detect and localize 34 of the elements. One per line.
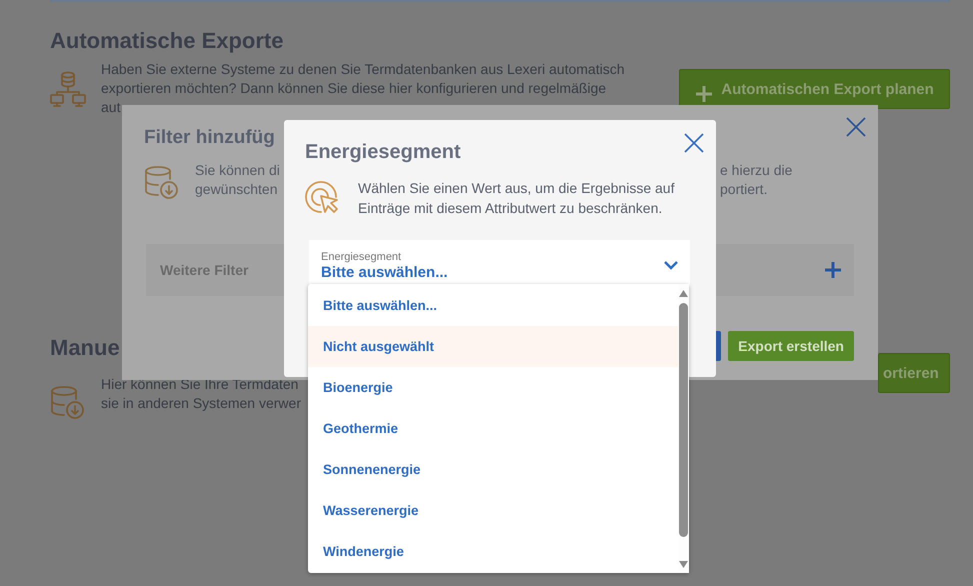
dropdown-option[interactable]: Geothermie — [308, 408, 678, 449]
database-download-icon — [50, 385, 86, 421]
field-label: Energiesegment — [321, 250, 402, 262]
description-line: exportieren möchten? Dann können Sie diese hier konfigurieren und regelmäßige — [101, 79, 606, 98]
description-line: Haben Sie externe Systeme zu denen Sie Termdatenbanken aus Lexeri automatisch — [101, 60, 625, 79]
close-icon[interactable] — [684, 133, 704, 153]
create-export-button[interactable]: Export erstellen — [728, 331, 854, 361]
field-value: Bitte auswählen... — [321, 264, 448, 280]
description-line: Wählen Sie einen Wert aus, um die Ergebnisse auf — [358, 179, 674, 198]
dropdown-option[interactable]: Bioenergie — [308, 367, 678, 408]
dropdown-option[interactable]: Sonnenenergie — [308, 449, 678, 490]
description-line: aut — [101, 98, 120, 117]
close-icon[interactable] — [846, 117, 866, 137]
plus-icon — [695, 85, 714, 103]
description-line: gewünschten — [195, 180, 278, 199]
chevron-icon — [664, 261, 678, 270]
section-heading: Automatische Exporte — [50, 27, 284, 55]
target-cursor-icon — [305, 180, 341, 216]
dialog-title: Energiesegment — [305, 141, 461, 164]
description-line: portiert. — [720, 180, 768, 199]
description-line: e hierzu die — [720, 161, 792, 180]
dropdown-option[interactable]: Windenergie — [308, 531, 678, 572]
description-line: Einträge mit diesem Attributwert zu beschränken. — [358, 199, 662, 218]
dropdown-option[interactable]: Nicht ausgewählt — [308, 326, 678, 367]
dialog-title: Filter hinzufüg — [144, 127, 275, 149]
database-network-icon — [50, 70, 86, 108]
description-line: Sie können di — [195, 161, 280, 180]
select-field[interactable]: Energiesegment Bitte auswählen... — [309, 240, 690, 286]
section-heading: Manue — [50, 334, 120, 362]
database-download-icon — [144, 165, 180, 201]
dropdown-option[interactable]: Wasserenergie — [308, 490, 678, 531]
plus-icon — [824, 261, 842, 279]
description-line: sie in anderen Systemen verwer — [101, 394, 301, 413]
dropdown-option[interactable]: Bitte auswählen... — [308, 284, 678, 326]
